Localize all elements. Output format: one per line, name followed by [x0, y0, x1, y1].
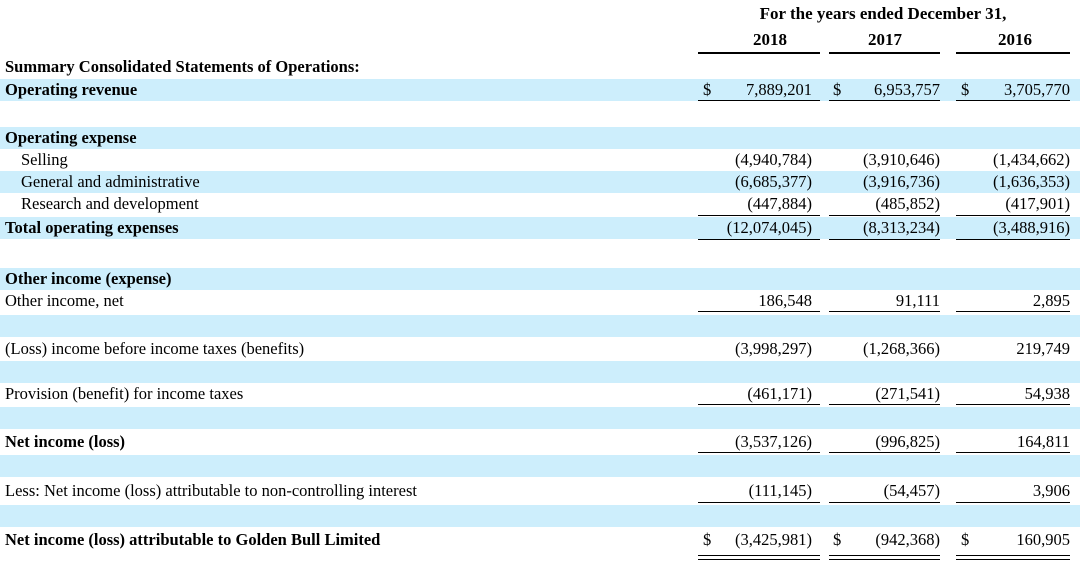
table-row: Total operating expenses (12,074,045) (8,3… [0, 217, 1080, 239]
value-cell: (3,916,736) [863, 172, 940, 191]
value-cell: (4,940,784) [735, 150, 812, 169]
table-row: Operating revenue $7,889,201 $6,953,757 $3,… [0, 79, 1080, 101]
underline [829, 215, 940, 216]
value-cell: (8,313,234) [863, 218, 940, 237]
underline [956, 452, 1070, 453]
underline [698, 239, 820, 240]
row-label: Research and development [21, 194, 199, 213]
row-label: Less: Net income (loss) attributable to … [5, 481, 417, 500]
underline [829, 239, 940, 240]
table-row: Less: Net income (loss) attributable to … [0, 480, 1080, 502]
double-underline [698, 555, 820, 560]
underline [956, 239, 1070, 240]
value-cell: (461,171) [747, 384, 812, 403]
value-cell: 160,905 [1016, 530, 1070, 549]
value-cell: (942,368) [875, 530, 940, 549]
table-row: Provision (benefit) for income taxes (461… [0, 383, 1080, 405]
underline [829, 100, 940, 101]
value-cell: (12,074,045) [726, 218, 812, 237]
value-cell: 6,953,757 [874, 80, 940, 99]
underline [956, 215, 1070, 216]
underline [829, 502, 940, 503]
year-2017: 2017 [868, 30, 902, 49]
table-row: (Loss) income before income taxes (benef… [0, 338, 1080, 360]
spacer-row [0, 407, 1080, 429]
row-label: Provision (benefit) for income taxes [5, 384, 244, 403]
value-cell: 186,548 [758, 291, 812, 310]
row-label: Operating expense [5, 128, 137, 147]
row-label: General and administrative [21, 172, 200, 191]
table-row: Selling (4,940,784) (3,910,646) (1,434,662) [0, 149, 1080, 171]
row-label: Summary Consolidated Statements of Opera… [5, 57, 360, 76]
value-cell: (1,268,366) [863, 339, 940, 358]
underline [698, 452, 820, 453]
table-row: Net income (loss) (3,537,126) (996,825) 164… [0, 431, 1080, 453]
underline [698, 100, 820, 101]
year-underline [956, 52, 1070, 54]
underline [956, 502, 1070, 503]
underline [698, 311, 820, 312]
underline [829, 452, 940, 453]
value-cell: 164,811 [1016, 432, 1070, 451]
spacer-row [0, 102, 1080, 124]
spacer-row [0, 455, 1080, 477]
value-cell: 3,906 [1032, 481, 1070, 500]
double-underline [956, 555, 1070, 560]
year-2018: 2018 [753, 30, 787, 49]
row-label: Other income, net [5, 291, 124, 310]
table-row: Operating expense [0, 127, 1080, 149]
value-cell: (3,488,916) [993, 218, 1070, 237]
underline [956, 311, 1070, 312]
year-2016: 2016 [998, 30, 1032, 49]
value-cell: (1,434,662) [993, 150, 1070, 169]
table-row: Other income, net 186,548 91,111 2,895 [0, 290, 1080, 312]
double-underline [829, 555, 940, 560]
value-cell: (1,636,353) [993, 172, 1070, 191]
row-label: Other income (expense) [5, 269, 172, 288]
value-cell: 91,111 [895, 291, 940, 310]
value-cell: (3,910,646) [863, 150, 940, 169]
row-label: Net income (loss) [5, 432, 126, 451]
underline [698, 215, 820, 216]
value-cell: (111,145) [748, 481, 812, 500]
underline [956, 100, 1070, 101]
underline [956, 404, 1070, 405]
period-header: For the years ended December 31, [759, 4, 1007, 23]
year-underline [698, 52, 820, 54]
spacer-row [0, 315, 1080, 337]
table-row: Other income (expense) [0, 268, 1080, 290]
value-cell: 54,938 [1024, 384, 1070, 403]
row-label: Total operating expenses [5, 218, 179, 237]
value-cell: (996,825) [875, 432, 940, 451]
value-cell: 3,705,770 [1004, 80, 1070, 99]
row-label: (Loss) income before income taxes (benef… [5, 339, 305, 358]
year-underline [829, 52, 940, 54]
row-label: Net income (loss) attributable to Golden… [5, 530, 381, 549]
table-row: General and administrative (6,685,377) (3,… [0, 171, 1080, 193]
value-cell: (485,852) [875, 194, 940, 213]
spacer-row [0, 505, 1080, 527]
value-cell: (54,457) [883, 481, 940, 500]
value-cell: (447,884) [747, 194, 812, 213]
underline [829, 311, 940, 312]
value-cell: 7,889,201 [746, 80, 812, 99]
value-cell: (417,901) [1005, 194, 1070, 213]
spacer-row [0, 244, 1080, 266]
value-cell: 2,895 [1032, 291, 1070, 310]
spacer-row [0, 361, 1080, 383]
underline [698, 404, 820, 405]
value-cell: (3,998,297) [735, 339, 812, 358]
table-row: Summary Consolidated Statements of Opera… [0, 56, 1080, 78]
underline [698, 502, 820, 503]
table-row: Research and development (447,884) (485,85… [0, 193, 1080, 215]
row-label: Selling [21, 150, 68, 169]
value-cell: (6,685,377) [735, 172, 812, 191]
row-label: Operating revenue [5, 80, 138, 99]
table-row: Net income (loss) attributable to Golden… [0, 529, 1080, 551]
value-cell: 219,749 [1016, 339, 1070, 358]
value-cell: (271,541) [875, 384, 940, 403]
underline [829, 404, 940, 405]
value-cell: (3,537,126) [735, 432, 812, 451]
value-cell: (3,425,981) [735, 530, 812, 549]
